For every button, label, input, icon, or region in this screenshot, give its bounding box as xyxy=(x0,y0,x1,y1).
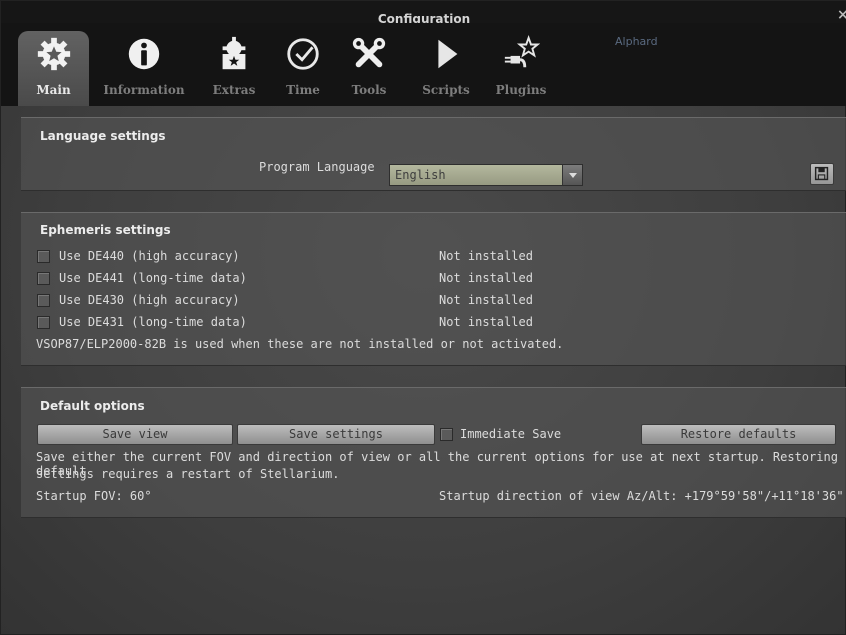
save-settings-button[interactable]: Save settings xyxy=(237,424,435,445)
ephemeris-settings-heading: Ephemeris settings xyxy=(40,223,171,237)
floppy-disk-icon xyxy=(814,166,829,181)
tab-main-label: Main xyxy=(36,83,71,97)
tab-bar: Alphard Main Information Extras Time Too… xyxy=(1,23,846,106)
tab-tools[interactable]: Tools xyxy=(341,31,397,106)
sky-star-label: Alphard xyxy=(615,35,658,48)
language-settings-panel: Language settings Program Language Engli… xyxy=(21,117,846,191)
tab-information[interactable]: Information xyxy=(98,31,190,106)
tab-tools-label: Tools xyxy=(351,83,387,97)
gear-icon xyxy=(18,35,89,83)
tab-plugins[interactable]: Plugins xyxy=(489,31,553,106)
info-icon xyxy=(98,35,190,83)
tab-scripts-label: Scripts xyxy=(422,83,470,97)
tab-extras-label: Extras xyxy=(212,83,256,97)
ephemeris-note: VSOP87/ELP2000-82B is used when these ar… xyxy=(36,337,564,351)
configuration-window: Configuration × Alphard Main Information… xyxy=(0,0,846,635)
tab-scripts[interactable]: Scripts xyxy=(416,31,476,106)
de430-checkbox[interactable] xyxy=(37,294,50,307)
program-language-label: Program Language xyxy=(259,160,375,174)
tab-extras[interactable]: Extras xyxy=(203,31,265,106)
clock-icon xyxy=(277,35,329,83)
de430-label: Use DE430 (high accuracy) xyxy=(59,293,240,307)
program-language-select[interactable]: English xyxy=(389,164,583,186)
ephemeris-settings-panel: Ephemeris settings Use DE440 (high accur… xyxy=(21,212,846,366)
tools-icon xyxy=(341,35,397,83)
save-view-button[interactable]: Save view xyxy=(37,424,233,445)
plugin-icon xyxy=(489,35,553,83)
default-options-heading: Default options xyxy=(40,399,145,413)
startup-direction: Startup direction of view Az/Alt: +179°5… xyxy=(439,489,844,503)
default-options-panel: Default options Save view Save settings … xyxy=(21,387,846,518)
chevron-down-icon[interactable] xyxy=(562,165,582,185)
program-language-value: English xyxy=(395,168,446,182)
tab-time[interactable]: Time xyxy=(277,31,329,106)
de440-label: Use DE440 (high accuracy) xyxy=(59,249,240,263)
de441-label: Use DE441 (long-time data) xyxy=(59,271,247,285)
tab-information-label: Information xyxy=(103,83,185,97)
de441-status: Not installed xyxy=(439,271,533,285)
tab-time-label: Time xyxy=(286,83,320,97)
default-options-description-line2: settings requires a restart of Stellariu… xyxy=(36,467,340,481)
startup-fov: Startup FOV: 60° xyxy=(36,489,152,503)
de440-status: Not installed xyxy=(439,249,533,263)
language-settings-heading: Language settings xyxy=(40,129,166,143)
play-icon xyxy=(416,35,476,83)
de430-status: Not installed xyxy=(439,293,533,307)
restore-defaults-button[interactable]: Restore defaults xyxy=(641,424,836,445)
de431-checkbox[interactable] xyxy=(37,316,50,329)
immediate-save-checkbox[interactable] xyxy=(440,428,453,441)
save-language-button[interactable] xyxy=(810,163,834,185)
de440-checkbox[interactable] xyxy=(37,250,50,263)
extras-icon xyxy=(203,35,265,83)
de441-checkbox[interactable] xyxy=(37,272,50,285)
tab-plugins-label: Plugins xyxy=(495,83,547,97)
de431-label: Use DE431 (long-time data) xyxy=(59,315,247,329)
immediate-save-label: Immediate Save xyxy=(460,427,562,441)
de431-status: Not installed xyxy=(439,315,533,329)
tab-main[interactable]: Main xyxy=(18,31,89,106)
